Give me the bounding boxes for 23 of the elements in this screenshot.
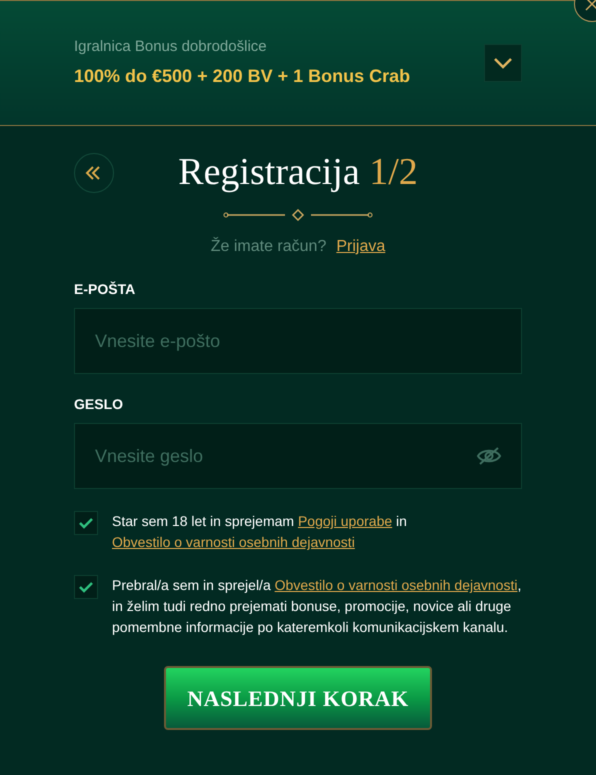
- consent-link[interactable]: Obvestilo o varnosti osebnih dejavnosti: [274, 577, 518, 593]
- field-label: GESLO: [74, 395, 124, 414]
- login-prompt: Že imate račun?: [210, 236, 326, 257]
- email-field[interactable]: Vnesite e-pošto: [74, 308, 522, 374]
- consent-link[interactable]: Pogoji uporabe: [298, 513, 392, 529]
- consent-text: Star sem 18 let in sprejemam Pogoji uporabe in Obvestilo o varnosti osebnih dejavnosti: [112, 512, 408, 552]
- consent-text: Prebral/a sem in sprejel/a Obvestilo o varnosti osebnih dejavnosti, in želim tudi redno prejemati bonuse, promocije, novice ali druge pomembne informacije po kateremkoli komunikacijskem kanalu.: [112, 576, 522, 637]
- check-icon: [79, 518, 93, 528]
- password-field[interactable]: Vnesite geslo: [74, 423, 522, 489]
- expand-button[interactable]: [484, 44, 522, 82]
- login-link[interactable]: Prijava: [336, 235, 386, 259]
- bonus-offer: 100% do €500 + 200 BV + 1 Bonus Crab: [74, 64, 412, 88]
- bonus-label: Igralnica Bonus dobrodošlice: [74, 37, 268, 58]
- check-icon: [79, 582, 93, 592]
- consent-link[interactable]: Obvestilo o varnosti osebnih dejavnosti: [112, 534, 355, 550]
- next-step-button[interactable]: NASLEDNJI KORAK: [164, 666, 432, 730]
- back-button[interactable]: [74, 152, 114, 192]
- eye-slash-icon[interactable]: [476, 446, 502, 466]
- page-title: Registracija 1/2: [178, 150, 418, 195]
- checkbox[interactable]: [74, 511, 98, 535]
- checkbox[interactable]: [74, 575, 98, 599]
- field-label: E-POŠTA: [74, 280, 136, 299]
- chevron-icon: [493, 57, 513, 69]
